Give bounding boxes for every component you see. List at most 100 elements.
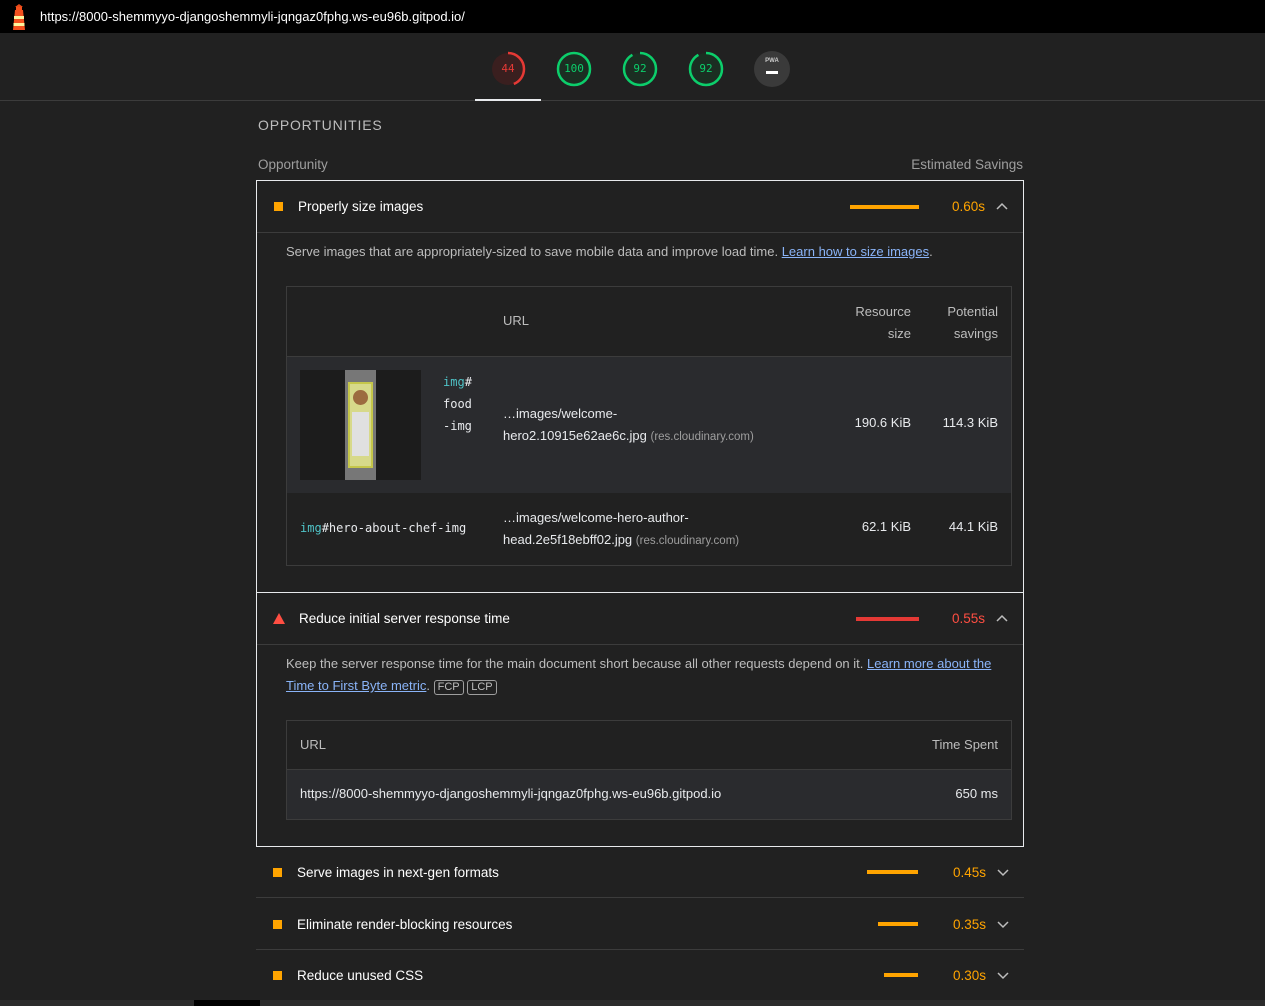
audit-title: Reduce unused CSS	[297, 967, 424, 983]
accessibility-score: 100	[564, 62, 584, 75]
potential-savings: 44.1 KiB	[948, 519, 998, 534]
url-line2: head.2e5f18ebff02.jpg	[503, 532, 633, 547]
performance-score: 44	[501, 62, 515, 75]
seo-gauge[interactable]: 92	[688, 51, 724, 87]
table-header: URL Resource size Potential savings	[287, 287, 1011, 357]
chevron-down-icon[interactable]	[996, 917, 1010, 931]
url-host: (res.cloudinary.com)	[635, 535, 740, 547]
node-id-part1: food	[443, 397, 472, 411]
best-practices-gauge[interactable]: 92	[622, 51, 658, 87]
audit-description: Serve images that are appropriately-size…	[286, 241, 1006, 263]
col-url: URL	[300, 737, 327, 752]
audit-title: Properly size images	[298, 199, 424, 214]
scrollbar-thumb[interactable]	[194, 1000, 260, 1006]
thumbnail-image	[345, 370, 376, 480]
horizontal-scrollbar[interactable]	[0, 1000, 1265, 1006]
audit-body: Serve images that are appropriately-size…	[257, 232, 1023, 592]
savings-bar	[867, 870, 918, 874]
fcp-tag: FCP	[433, 680, 464, 695]
node-selector: img# food -img	[443, 371, 472, 437]
lighthouse-logo-icon	[13, 3, 25, 30]
audit-reduce-server-response: Reduce initial server response time 0.55…	[256, 592, 1024, 847]
savings-bar	[856, 616, 919, 621]
resource-size: 190.6 KiB	[854, 415, 911, 430]
audit-header[interactable]: Serve images in next-gen formats 0.45s	[256, 846, 1024, 898]
description-text: Keep the server response time for the ma…	[286, 656, 868, 671]
audit-header[interactable]: Properly size images 0.60s	[257, 181, 1023, 232]
chevron-up-icon[interactable]	[995, 612, 1009, 626]
savings-bar	[850, 204, 919, 209]
details-table: URL Resource size Potential savings img#…	[286, 286, 1012, 566]
audit-savings: 0.35s	[952, 916, 986, 932]
col-resource-size-line2: size	[887, 326, 911, 341]
audit-header[interactable]: Reduce initial server response time 0.55…	[257, 593, 1023, 644]
col-url: URL	[503, 313, 530, 328]
node-selector: img#hero-about-chef-img	[300, 521, 466, 535]
lcp-tag: LCP	[467, 680, 497, 695]
table-row[interactable]: img#hero-about-chef-img …images/welcome-…	[287, 493, 1011, 565]
audit-savings: 0.60s	[951, 199, 985, 214]
audit-render-blocking[interactable]: Eliminate render-blocking resources 0.35…	[256, 898, 1024, 950]
seo-score: 92	[699, 62, 713, 75]
col-potential-savings-line2: savings	[953, 326, 998, 341]
audit-body: Keep the server response time for the ma…	[257, 644, 1023, 846]
node-id-part2: -img	[443, 419, 472, 433]
node-tag: img	[300, 521, 322, 535]
resource-url[interactable]: …images/welcome-hero-author- head.2e5f18…	[503, 507, 739, 552]
savings-bar	[878, 922, 918, 926]
pwa-dash-icon	[766, 71, 778, 74]
audit-savings: 0.55s	[951, 611, 985, 626]
audit-next-gen-formats[interactable]: Serve images in next-gen formats 0.45s	[256, 846, 1024, 898]
details-table: URL Time Spent https://8000-shemmyyo-dja…	[286, 720, 1012, 820]
savings-bar	[884, 973, 918, 977]
audit-title: Eliminate render-blocking resources	[297, 916, 513, 932]
node-tag: img	[443, 375, 465, 389]
col-potential-savings: Potential savings	[947, 301, 998, 345]
audit-properly-size-images: Properly size images 0.60s Serve images …	[256, 180, 1024, 593]
audit-savings: 0.45s	[952, 864, 986, 880]
potential-savings: 114.3 KiB	[942, 415, 998, 430]
chevron-up-icon[interactable]	[995, 200, 1009, 214]
ttfb-link-part1[interactable]: Learn more about the	[867, 656, 991, 671]
table-row[interactable]: https://8000-shemmyyo-djangoshemmyli-jqn…	[287, 770, 1011, 819]
accessibility-gauge[interactable]: 100	[556, 51, 592, 87]
table-header: URL Time Spent	[287, 721, 1011, 770]
col-time-spent: Time Spent	[932, 737, 998, 752]
url-line1: …images/welcome-hero-author-	[503, 510, 689, 525]
url-line2: hero2.10915e62ae6c.jpg	[503, 428, 647, 443]
description-text: Serve images that are appropriately-size…	[286, 244, 782, 259]
chevron-down-icon[interactable]	[996, 968, 1010, 982]
audit-title: Serve images in next-gen formats	[297, 864, 499, 880]
resource-url[interactable]: …images/welcome- hero2.10915e62ae6c.jpg …	[503, 403, 754, 448]
best-practices-score: 92	[633, 62, 647, 75]
document-url[interactable]: https://8000-shemmyyo-djangoshemmyli-jqn…	[300, 786, 721, 801]
audit-header[interactable]: Reduce unused CSS 0.30s	[256, 950, 1024, 1000]
average-square-icon	[273, 867, 282, 877]
average-square-icon	[273, 919, 282, 929]
time-spent: 650 ms	[955, 786, 998, 801]
table-row[interactable]: img# food -img …images/welcome- hero2.10…	[287, 357, 1011, 493]
learn-size-images-link[interactable]: Learn how to size images	[782, 244, 929, 259]
pwa-gauge[interactable]: PWA	[754, 51, 790, 87]
fail-triangle-icon	[273, 613, 285, 624]
performance-gauge[interactable]: 44	[490, 51, 526, 87]
audit-title: Reduce initial server response time	[299, 611, 510, 626]
chevron-down-icon[interactable]	[996, 865, 1010, 879]
pwa-label: PWA	[765, 58, 779, 64]
col-resource-size-line1: Resource	[855, 304, 911, 319]
url-host: (res.cloudinary.com)	[650, 431, 754, 443]
description-end: .	[426, 678, 430, 693]
active-gauge-indicator	[475, 99, 541, 101]
audit-unused-css[interactable]: Reduce unused CSS 0.30s	[256, 950, 1024, 1000]
page-url[interactable]: https://8000-shemmyyo-djangoshemmyli-jqn…	[40, 9, 465, 24]
score-gauges: 44 100 92 92 PWA	[0, 33, 1265, 101]
audit-header[interactable]: Eliminate render-blocking resources 0.35…	[256, 898, 1024, 950]
col-potential-savings-line1: Potential	[947, 304, 998, 319]
top-bar: https://8000-shemmyyo-djangoshemmyli-jqn…	[0, 0, 1265, 33]
average-square-icon	[273, 970, 282, 980]
audit-description: Keep the server response time for the ma…	[286, 653, 1011, 697]
ttfb-link-part2[interactable]: Time to First Byte metric	[286, 678, 426, 693]
column-header-savings: Estimated Savings	[911, 157, 1023, 172]
section-title: OPPORTUNITIES	[258, 117, 383, 133]
audit-savings: 0.30s	[952, 967, 986, 983]
